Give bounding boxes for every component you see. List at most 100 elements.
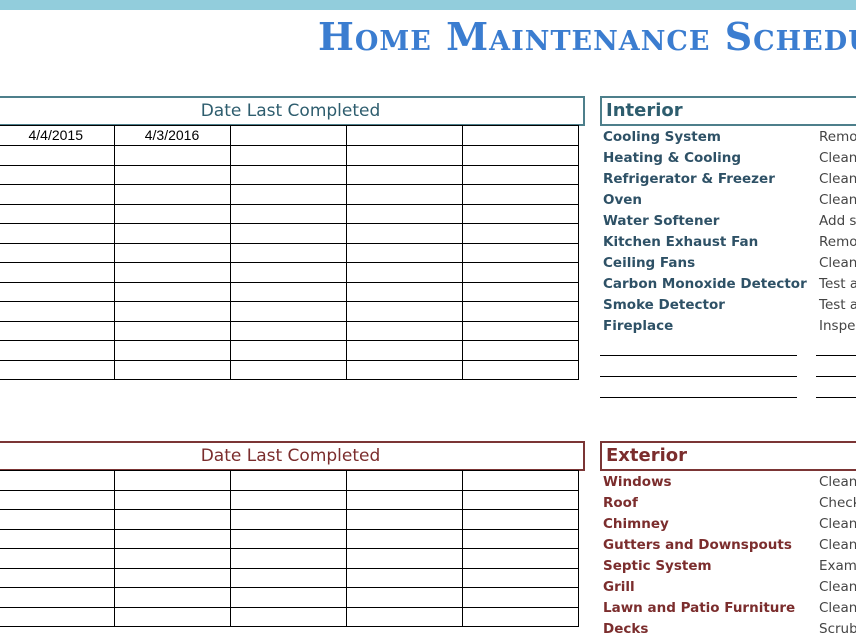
date-cell[interactable] [345,359,463,380]
date-cell[interactable] [0,509,115,530]
date-cell[interactable] [345,281,463,302]
date-cell[interactable] [345,548,463,569]
date-cell[interactable] [229,359,347,380]
date-cell[interactable] [229,184,347,205]
date-cell[interactable] [229,587,347,608]
date-cell[interactable] [229,509,347,530]
date-cell[interactable] [461,301,579,322]
date-cell[interactable] [461,567,579,588]
date-cell[interactable] [461,606,579,627]
date-cell[interactable] [229,470,347,491]
date-cell[interactable] [229,164,347,185]
date-cell[interactable] [345,164,463,185]
date-cell[interactable] [229,606,347,627]
date-cell[interactable] [113,587,231,608]
date-cell[interactable] [345,340,463,361]
blank-desc-line[interactable] [816,355,856,356]
date-cell[interactable] [113,145,231,166]
date-cell[interactable] [461,223,579,244]
date-cell[interactable] [345,320,463,341]
date-cell[interactable] [229,262,347,283]
date-cell[interactable] [0,359,115,380]
date-cell[interactable] [113,548,231,569]
date-cell[interactable] [461,340,579,361]
date-cell[interactable] [461,359,579,380]
date-cell[interactable] [229,340,347,361]
date-cell[interactable] [229,281,347,302]
date-cell[interactable] [461,164,579,185]
date-cell[interactable] [345,242,463,263]
date-cell[interactable] [113,528,231,549]
date-cell[interactable] [229,301,347,322]
date-cell[interactable] [229,548,347,569]
date-cell[interactable] [461,489,579,510]
date-cell[interactable] [345,567,463,588]
date-cell[interactable] [229,567,347,588]
date-cell[interactable] [229,242,347,263]
date-cell[interactable] [0,470,115,491]
date-cell[interactable] [0,548,115,569]
date-cell[interactable] [0,567,115,588]
date-cell[interactable] [345,509,463,530]
date-cell[interactable] [0,164,115,185]
date-cell[interactable] [229,320,347,341]
date-cell[interactable] [113,359,231,380]
date-cell[interactable] [113,262,231,283]
date-cell[interactable] [113,164,231,185]
date-cell[interactable] [0,340,115,361]
date-cell[interactable] [461,203,579,224]
date-cell[interactable] [461,548,579,569]
date-cell[interactable] [113,223,231,244]
date-cell[interactable] [345,223,463,244]
date-cell[interactable] [113,184,231,205]
date-cell[interactable] [0,145,115,166]
date-cell[interactable] [113,567,231,588]
date-cell[interactable] [113,606,231,627]
date-cell[interactable] [461,145,579,166]
blank-item-line[interactable] [600,376,797,377]
date-cell[interactable] [345,528,463,549]
date-cell[interactable] [113,281,231,302]
date-cell[interactable] [345,125,463,146]
date-cell[interactable]: 4/3/2016 [113,125,231,146]
date-cell[interactable] [0,242,115,263]
date-cell[interactable] [229,203,347,224]
date-cell[interactable] [113,470,231,491]
blank-desc-line[interactable] [816,397,856,398]
date-cell[interactable] [461,242,579,263]
date-cell[interactable] [461,470,579,491]
date-cell[interactable]: 4/4/2015 [0,125,115,146]
date-cell[interactable] [0,606,115,627]
date-cell[interactable] [461,184,579,205]
date-cell[interactable] [229,223,347,244]
blank-desc-line[interactable] [816,376,856,377]
date-cell[interactable] [461,528,579,549]
date-cell[interactable] [0,489,115,510]
date-cell[interactable] [461,509,579,530]
date-cell[interactable] [345,489,463,510]
date-cell[interactable] [229,125,347,146]
date-cell[interactable] [229,145,347,166]
date-cell[interactable] [113,489,231,510]
blank-item-line[interactable] [600,355,797,356]
date-cell[interactable] [113,203,231,224]
date-cell[interactable] [0,301,115,322]
blank-item-line[interactable] [600,397,797,398]
date-cell[interactable] [345,184,463,205]
date-cell[interactable] [229,489,347,510]
date-cell[interactable] [461,262,579,283]
date-cell[interactable] [461,281,579,302]
date-cell[interactable] [113,509,231,530]
date-cell[interactable] [113,242,231,263]
date-cell[interactable] [0,587,115,608]
date-cell[interactable] [461,587,579,608]
date-cell[interactable] [0,528,115,549]
date-cell[interactable] [461,125,579,146]
date-cell[interactable] [461,320,579,341]
date-cell[interactable] [0,320,115,341]
date-cell[interactable] [229,528,347,549]
date-cell[interactable] [0,203,115,224]
date-cell[interactable] [0,184,115,205]
date-cell[interactable] [345,606,463,627]
date-cell[interactable] [0,223,115,244]
